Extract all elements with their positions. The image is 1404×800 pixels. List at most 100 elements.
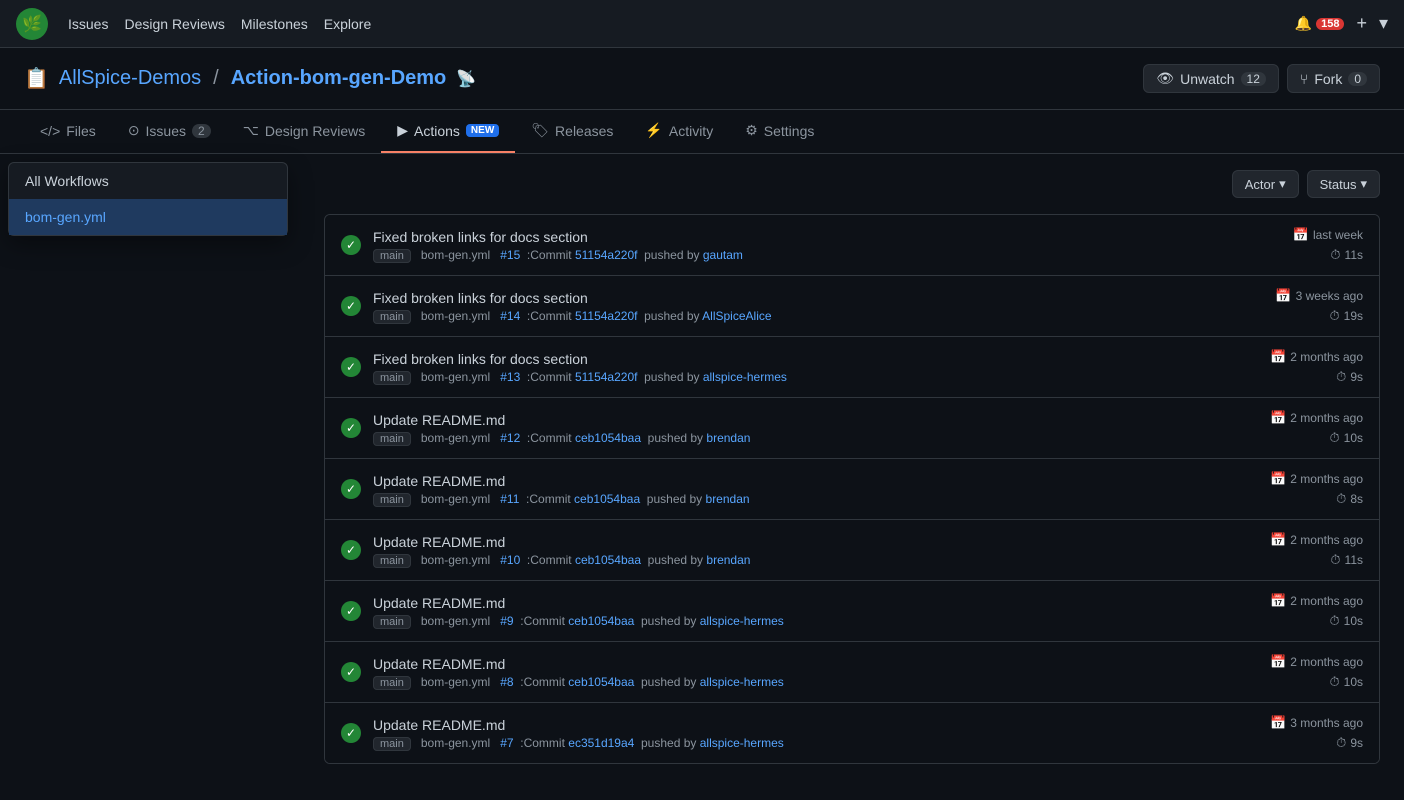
run-branch[interactable]: main xyxy=(373,310,411,324)
sub-nav: </> Files ⊙ Issues 2 ⌥ Design Reviews ▶ … xyxy=(0,110,1404,154)
run-commit-link[interactable]: ec351d19a4 xyxy=(568,736,634,750)
run-time-section: 📅 2 months ago ⏱ 10s xyxy=(1270,654,1363,690)
nav-issues[interactable]: Issues xyxy=(68,12,108,36)
run-pr-link[interactable]: #11 xyxy=(500,492,519,506)
run-commit-link[interactable]: 51154a220f xyxy=(575,248,638,262)
nav-explore[interactable]: Explore xyxy=(324,12,371,36)
run-author-link[interactable]: gautam xyxy=(703,248,743,262)
fork-button[interactable]: ⑂ Fork 0 xyxy=(1287,64,1380,93)
logo[interactable]: 🌿 xyxy=(16,8,48,40)
status-filter-button[interactable]: Status ▾ xyxy=(1307,170,1380,198)
rss-icon[interactable]: 📡 xyxy=(456,69,476,89)
calendar-icon: 📅 xyxy=(1270,593,1286,609)
tab-issues[interactable]: ⊙ Issues 2 xyxy=(112,110,227,153)
org-link[interactable]: AllSpice-Demos xyxy=(59,67,201,90)
run-author-link[interactable]: brendan xyxy=(706,431,750,445)
run-list: ✓ Fixed broken links for docs section ma… xyxy=(324,214,1380,764)
run-workflow-file: bom-gen.yml xyxy=(421,614,490,628)
run-duration-value: 11s xyxy=(1345,248,1363,262)
clock-icon: ⏱ xyxy=(1336,369,1346,385)
run-title[interactable]: Fixed broken links for docs section xyxy=(373,229,1281,245)
releases-label: Releases xyxy=(555,123,613,139)
sidebar-item-all-workflows[interactable]: All Workflows xyxy=(9,163,287,199)
tab-actions[interactable]: ▶ Actions NEW xyxy=(381,110,515,153)
run-pr-link[interactable]: #8 xyxy=(500,675,513,689)
run-title[interactable]: Update README.md xyxy=(373,412,1258,428)
run-pr-link[interactable]: #13 xyxy=(500,370,520,384)
run-pr-link[interactable]: #15 xyxy=(500,248,520,262)
run-title[interactable]: Update README.md xyxy=(373,534,1258,550)
run-author-link[interactable]: brendan xyxy=(706,553,750,567)
run-commit-link[interactable]: ceb1054baa xyxy=(574,492,640,506)
run-branch[interactable]: main xyxy=(373,615,411,629)
repo-name-link[interactable]: Action-bom-gen-Demo xyxy=(231,67,447,90)
bell-icon: 🔔 xyxy=(1295,15,1312,32)
run-title[interactable]: Update README.md xyxy=(373,717,1258,733)
run-workflow-file: bom-gen.yml xyxy=(421,431,490,445)
run-branch[interactable]: main xyxy=(373,737,411,751)
run-workflow-file: bom-gen.yml xyxy=(421,675,490,689)
run-author-link[interactable]: AllSpiceAlice xyxy=(702,309,771,323)
tab-releases[interactable]: 🏷 Releases xyxy=(515,110,629,153)
calendar-icon: 📅 xyxy=(1270,410,1286,426)
run-branch[interactable]: main xyxy=(373,676,411,690)
repo-title: 📋 AllSpice-Demos / Action-bom-gen-Demo 📡 xyxy=(24,66,476,91)
run-status-icon: ✓ xyxy=(341,357,361,377)
run-commit-link[interactable]: ceb1054baa xyxy=(568,614,634,628)
nav-milestones[interactable]: Milestones xyxy=(241,12,308,36)
run-title[interactable]: Update README.md xyxy=(373,656,1258,672)
clock-icon: ⏱ xyxy=(1330,613,1340,629)
run-title[interactable]: Update README.md xyxy=(373,473,1258,489)
repo-icon: 📋 xyxy=(24,66,49,91)
run-title[interactable]: Update README.md xyxy=(373,595,1258,611)
run-pr-link[interactable]: #10 xyxy=(500,553,520,567)
run-author-link[interactable]: allspice-hermes xyxy=(700,736,784,750)
user-menu-button[interactable]: ▾ xyxy=(1379,13,1388,34)
run-status-icon: ✓ xyxy=(341,723,361,743)
run-time-section: 📅 2 months ago ⏱ 8s xyxy=(1270,471,1363,507)
run-commit-link[interactable]: ceb1054baa xyxy=(568,675,634,689)
run-author-link[interactable]: allspice-hermes xyxy=(700,614,784,628)
run-title[interactable]: Fixed broken links for docs section xyxy=(373,290,1263,306)
run-date: 📅 2 months ago xyxy=(1270,654,1363,670)
run-author-link[interactable]: allspice-hermes xyxy=(700,675,784,689)
tab-settings[interactable]: ⚙ Settings xyxy=(729,110,830,153)
run-meta: main bom-gen.yml #12 :Commit ceb1054baa … xyxy=(373,431,1258,445)
design-reviews-icon: ⌥ xyxy=(243,122,259,139)
run-title[interactable]: Fixed broken links for docs section xyxy=(373,351,1258,367)
run-time-section: 📅 2 months ago ⏱ 9s xyxy=(1270,349,1363,385)
calendar-icon: 📅 xyxy=(1275,288,1291,304)
run-branch[interactable]: main xyxy=(373,432,411,446)
run-branch[interactable]: main xyxy=(373,371,411,385)
run-pr-link[interactable]: #9 xyxy=(500,614,513,628)
run-author-link[interactable]: allspice-hermes xyxy=(703,370,787,384)
run-status-icon: ✓ xyxy=(341,235,361,255)
tab-files[interactable]: </> Files xyxy=(24,110,112,153)
run-pr-link[interactable]: #7 xyxy=(500,736,513,750)
settings-icon: ⚙ xyxy=(745,122,758,139)
nav-design-reviews[interactable]: Design Reviews xyxy=(124,12,224,36)
clock-icon: ⏱ xyxy=(1330,247,1340,263)
calendar-icon: 📅 xyxy=(1270,471,1286,487)
tab-design-reviews[interactable]: ⌥ Design Reviews xyxy=(227,110,382,153)
run-pr-link[interactable]: #12 xyxy=(500,431,520,445)
run-branch[interactable]: main xyxy=(373,493,411,507)
run-commit-link[interactable]: ceb1054baa xyxy=(575,431,641,445)
unwatch-button[interactable]: 👁 Unwatch 12 xyxy=(1143,64,1279,93)
sidebar-item-bom-gen[interactable]: bom-gen.yml xyxy=(9,199,287,235)
run-commit-link[interactable]: 51154a220f xyxy=(575,309,638,323)
run-branch[interactable]: main xyxy=(373,554,411,568)
run-duration: ⏱ 11s xyxy=(1330,552,1363,568)
table-row: ✓ Fixed broken links for docs section ma… xyxy=(325,215,1379,276)
run-pr-link[interactable]: #14 xyxy=(500,309,520,323)
tab-activity[interactable]: ⚡ Activity xyxy=(629,110,729,153)
run-branch[interactable]: main xyxy=(373,249,411,263)
run-author-link[interactable]: brendan xyxy=(706,492,750,506)
run-date: 📅 3 months ago xyxy=(1270,715,1363,731)
actor-filter-button[interactable]: Actor ▾ xyxy=(1232,170,1299,198)
run-commit-link[interactable]: ceb1054baa xyxy=(575,553,641,567)
run-commit-link[interactable]: 51154a220f xyxy=(575,370,638,384)
plus-button[interactable]: + xyxy=(1356,13,1367,34)
run-time-section: 📅 last week ⏱ 11s xyxy=(1293,227,1363,263)
notification-button[interactable]: 🔔 158 xyxy=(1295,15,1345,32)
